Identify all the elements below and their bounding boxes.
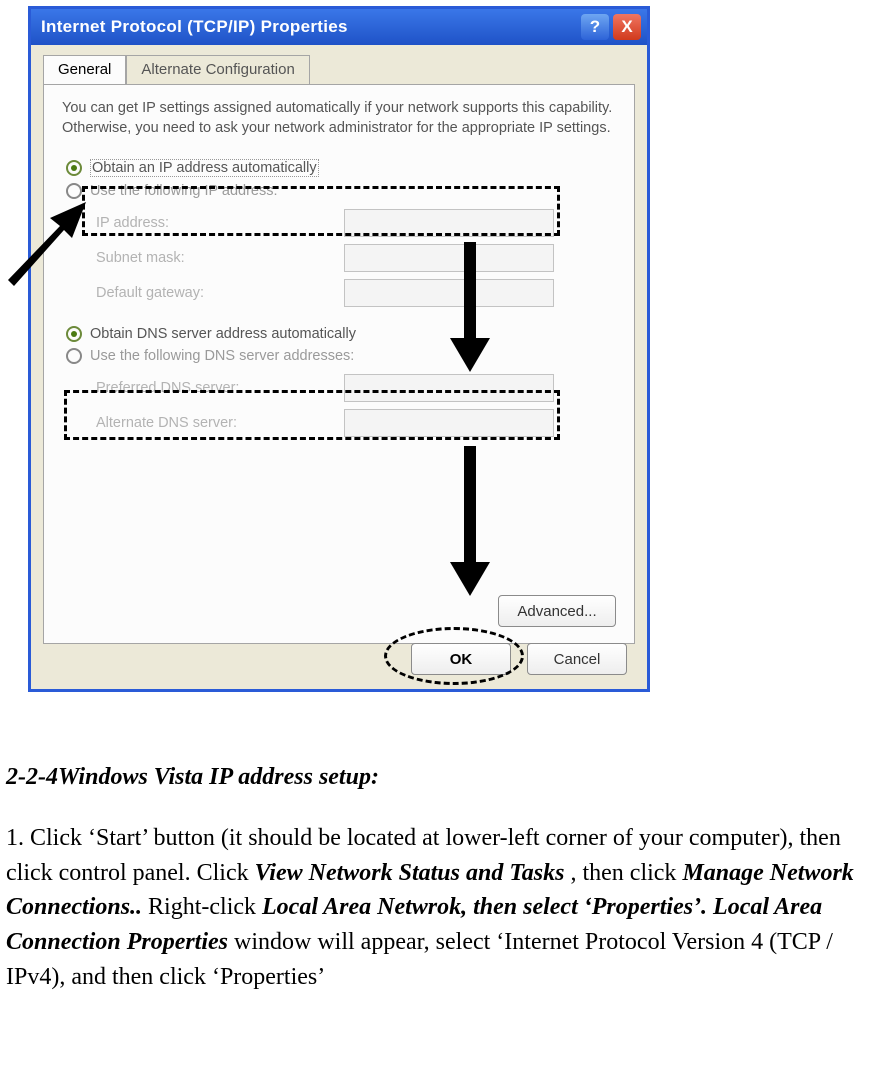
label-preferred-dns: Preferred DNS server: — [96, 380, 336, 396]
help-button[interactable]: ? — [581, 14, 609, 40]
input-default-gateway[interactable] — [344, 279, 554, 307]
radio-label: Use the following DNS server addresses: — [90, 348, 354, 364]
radio-icon — [66, 348, 82, 364]
article-heading: 2-2-4Windows Vista IP address setup: — [6, 760, 884, 795]
advanced-button[interactable]: Advanced... — [498, 595, 616, 627]
window-title: Internet Protocol (TCP/IP) Properties — [41, 17, 581, 37]
description-text: You can get IP settings assigned automat… — [62, 99, 616, 138]
text: , then click — [570, 860, 682, 886]
tabstrip: General Alternate Configuration — [43, 55, 647, 84]
ok-button[interactable]: OK — [411, 643, 511, 675]
text: Right-click — [148, 894, 262, 920]
label-ip-address: IP address: — [96, 215, 336, 231]
tab-alternate-configuration[interactable]: Alternate Configuration — [126, 55, 309, 84]
tab-general[interactable]: General — [43, 55, 126, 84]
radio-icon — [66, 160, 82, 176]
close-button[interactable]: X — [613, 14, 641, 40]
ip-fields: IP address: Subnet mask: Default gateway… — [96, 209, 616, 307]
input-alternate-dns[interactable] — [344, 409, 554, 437]
article-text: 2-2-4Windows Vista IP address setup: 1. … — [6, 760, 884, 995]
label-subnet-mask: Subnet mask: — [96, 250, 336, 266]
radio-use-following-ip[interactable]: Use the following IP address: — [66, 180, 616, 202]
article-paragraph: 1. Click ‘Start’ button (it should be lo… — [6, 821, 884, 995]
radio-use-following-dns[interactable]: Use the following DNS server addresses: — [66, 345, 616, 367]
dialog-buttons: OK Cancel — [411, 643, 627, 675]
window-buttons: ? X — [581, 14, 641, 40]
input-ip-address[interactable] — [344, 209, 554, 237]
text-bold-italic: View Network Status and Tasks — [255, 860, 565, 886]
input-subnet-mask[interactable] — [344, 244, 554, 272]
radio-icon — [66, 183, 82, 199]
dns-group: Obtain DNS server address automatically … — [66, 323, 616, 437]
radio-obtain-ip-auto[interactable]: Obtain an IP address automatically — [66, 156, 616, 180]
radio-label: Obtain an IP address automatically — [90, 159, 319, 177]
ip-address-group: Obtain an IP address automatically Use t… — [66, 156, 616, 307]
label-alternate-dns: Alternate DNS server: — [96, 415, 336, 431]
help-icon: ? — [590, 17, 600, 37]
titlebar[interactable]: Internet Protocol (TCP/IP) Properties ? … — [31, 9, 647, 45]
radio-label: Use the following IP address: — [90, 183, 278, 199]
tcpip-properties-dialog: Internet Protocol (TCP/IP) Properties ? … — [28, 6, 650, 692]
close-icon: X — [621, 17, 632, 37]
dns-fields: Preferred DNS server: Alternate DNS serv… — [96, 374, 616, 437]
radio-obtain-dns-auto[interactable]: Obtain DNS server address automatically — [66, 323, 616, 345]
cancel-button[interactable]: Cancel — [527, 643, 627, 675]
advanced-row: Advanced... — [498, 595, 616, 627]
tab-panel-general: You can get IP settings assigned automat… — [43, 84, 635, 644]
input-preferred-dns[interactable] — [344, 374, 554, 402]
radio-icon — [66, 326, 82, 342]
radio-label: Obtain DNS server address automatically — [90, 326, 356, 342]
label-default-gateway: Default gateway: — [96, 285, 336, 301]
